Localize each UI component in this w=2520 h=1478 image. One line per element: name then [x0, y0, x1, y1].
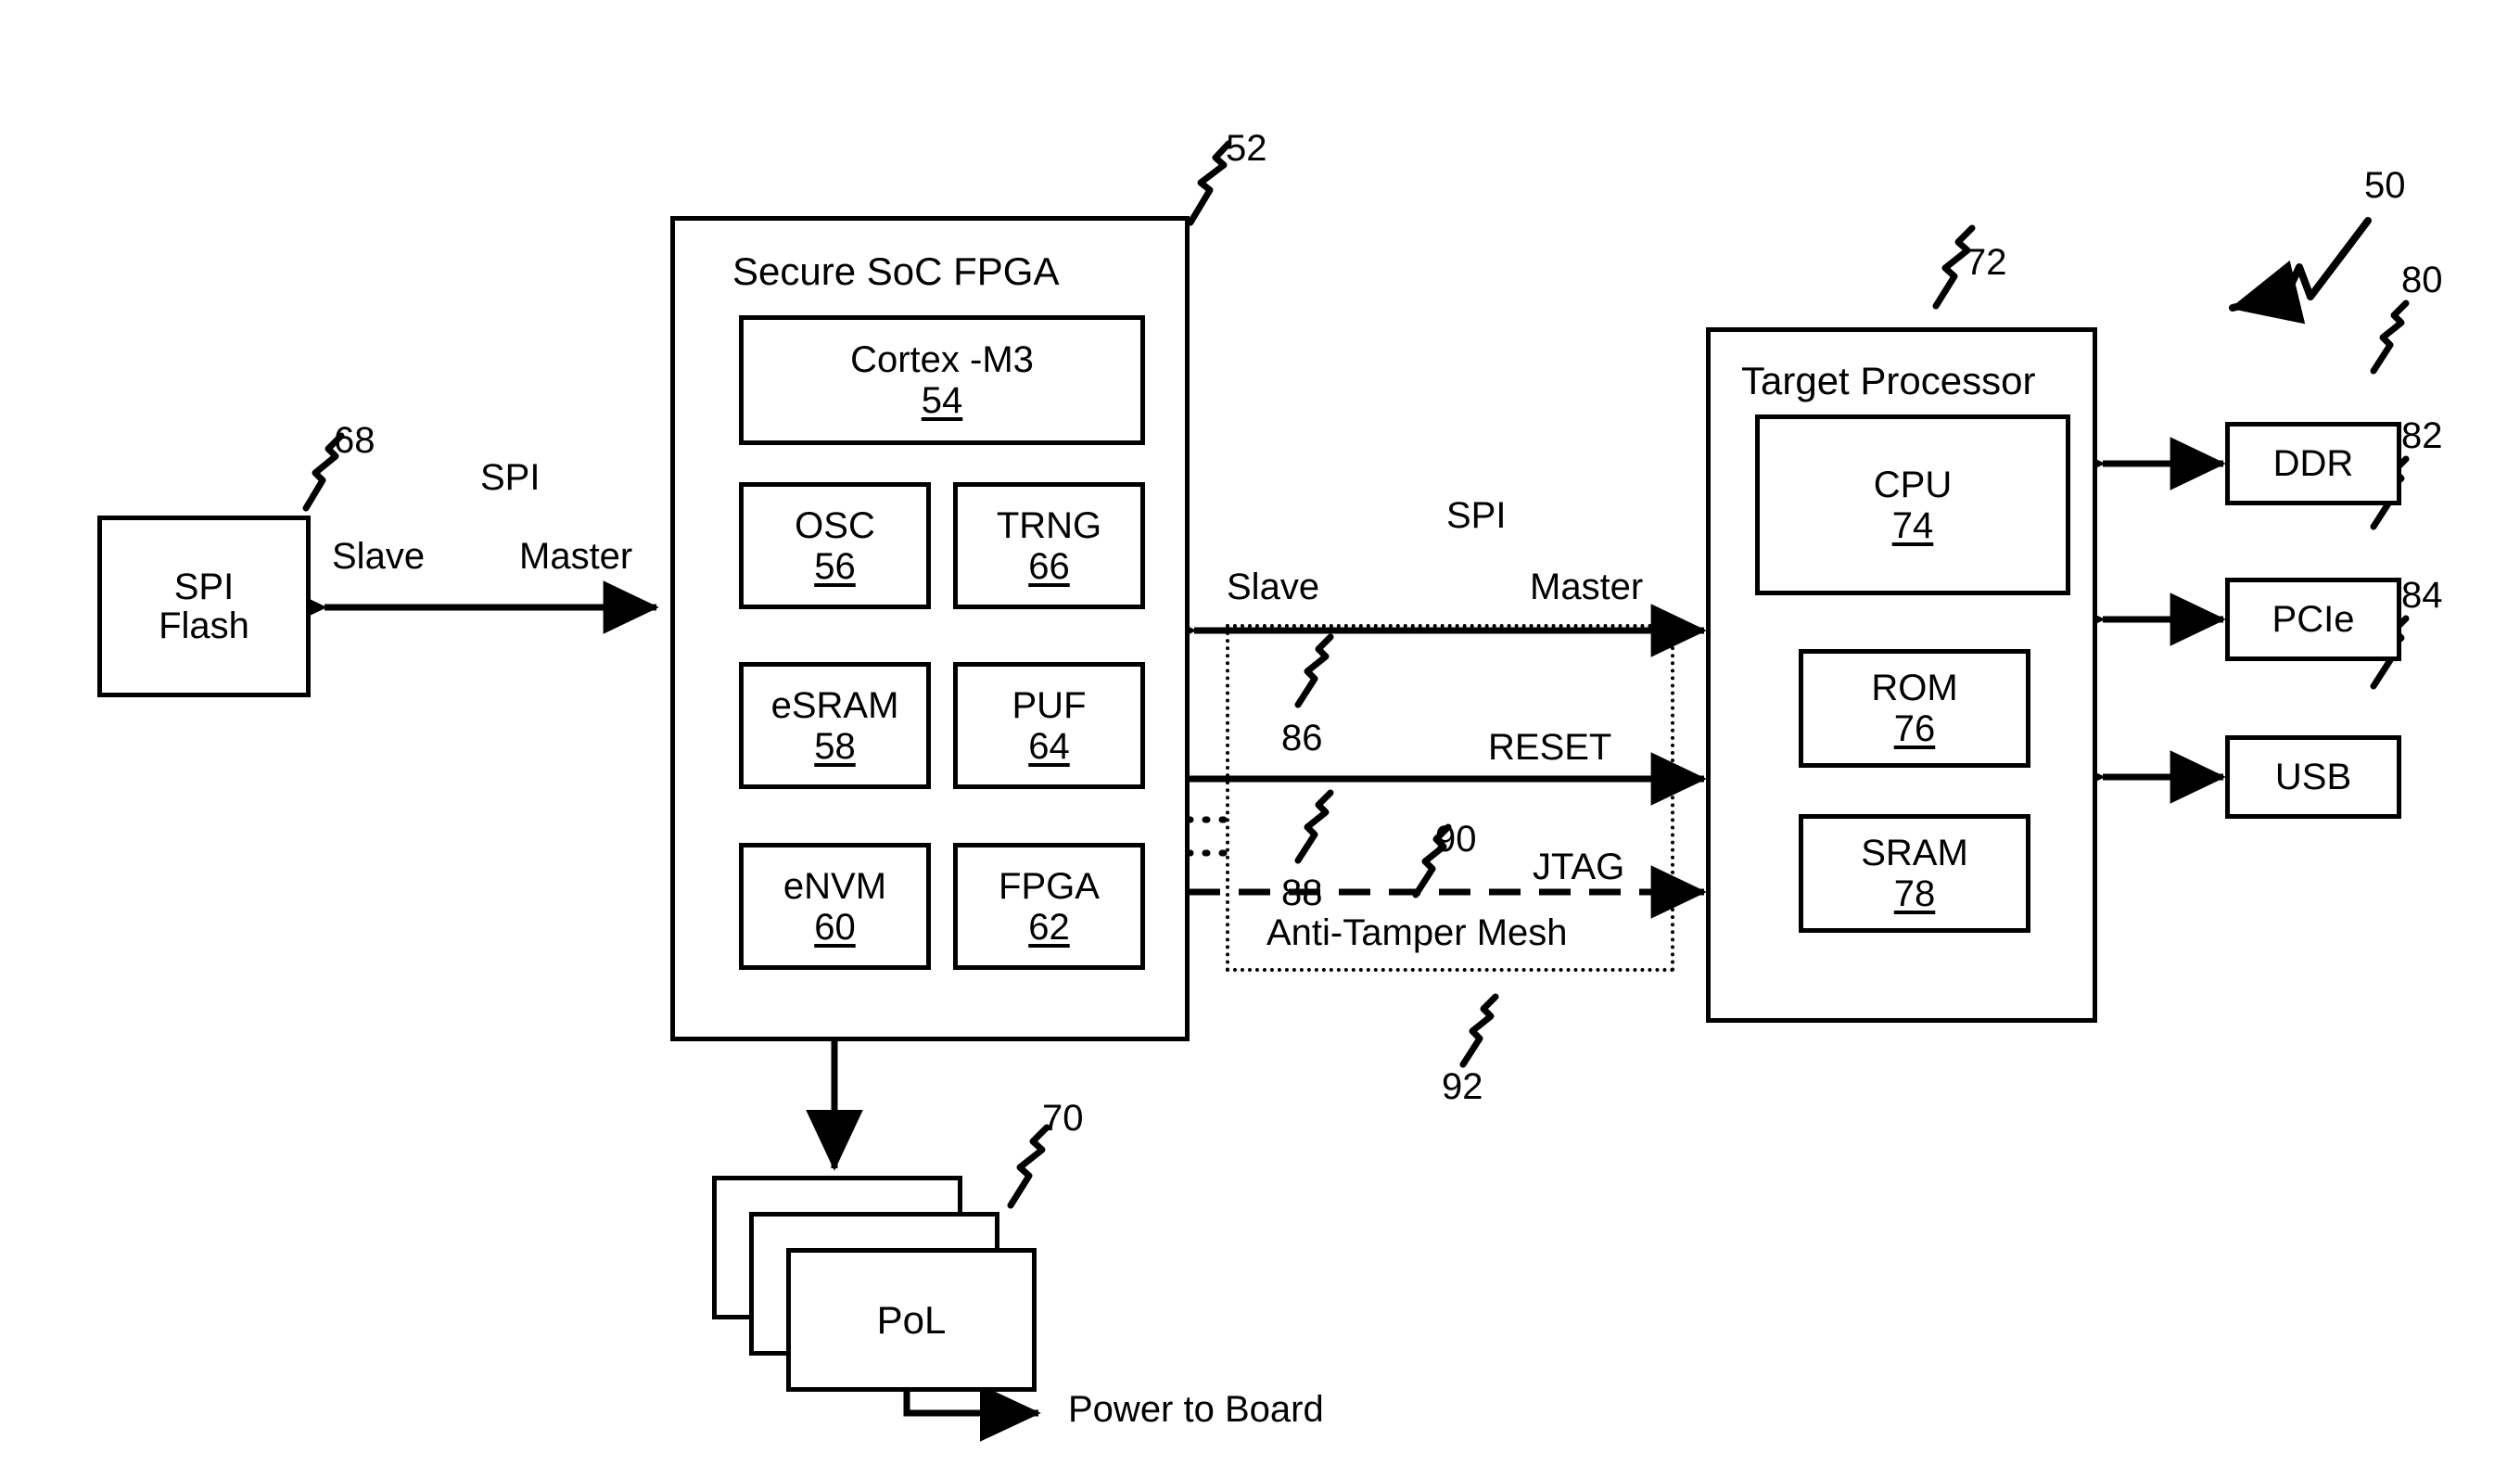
pol-label: PoL: [876, 1297, 947, 1342]
ref-number-92: 92: [1442, 1066, 1483, 1107]
rom-label: ROM: [1871, 668, 1958, 708]
cpu-label: CPU: [1873, 464, 1953, 505]
spi-mid-label: SPI: [1446, 495, 1507, 536]
cortex-m3-block[interactable]: Cortex -M3 54: [739, 315, 1145, 445]
cortex-m3-label: Cortex -M3: [850, 339, 1034, 380]
cortex-m3-ref: 54: [921, 380, 963, 421]
rom-ref: 76: [1893, 708, 1936, 749]
osc-block[interactable]: OSC 56: [739, 482, 931, 609]
ref-number-72: 72: [1966, 242, 2007, 283]
master-left-label: Master: [519, 536, 633, 577]
ref-number-68: 68: [334, 420, 375, 461]
ref-number-50: 50: [2364, 165, 2406, 206]
power-to-board-label: Power to Board: [1068, 1389, 1324, 1430]
trng-label: TRNG: [996, 504, 1102, 546]
cpu-block[interactable]: CPU 74: [1755, 414, 2070, 595]
osc-ref: 56: [814, 545, 856, 587]
mesh-stub-lines: [1185, 816, 1229, 857]
esram-block[interactable]: eSRAM 58: [739, 662, 931, 789]
envm-block[interactable]: eNVM 60: [739, 843, 931, 970]
puf-block[interactable]: PUF 64: [953, 662, 1145, 789]
usb-label: USB: [2274, 757, 2352, 797]
esram-ref: 58: [814, 725, 856, 767]
trng-ref: 66: [1028, 545, 1070, 587]
esram-label: eSRAM: [770, 684, 899, 726]
lead-line-92: [1459, 993, 1499, 1068]
sram-label: SRAM: [1861, 833, 1968, 873]
usb-block[interactable]: USB: [2225, 735, 2401, 819]
lead-line-70: [1007, 1124, 1050, 1209]
trng-block[interactable]: TRNG 66: [953, 482, 1145, 609]
pcie-label: PCIe: [2272, 599, 2355, 640]
envm-ref: 60: [814, 906, 856, 948]
fpga-label: FPGA: [999, 865, 1100, 907]
ref-number-52: 52: [1226, 128, 1267, 169]
puf-ref: 64: [1028, 725, 1070, 767]
ddr-block[interactable]: DDR: [2225, 422, 2401, 505]
slave-left-label: Slave: [332, 536, 426, 577]
spi-flash-label-line2: Flash: [159, 605, 249, 646]
lead-line-52: [1187, 140, 1232, 226]
pol-block[interactable]: PoL: [786, 1248, 1037, 1392]
target-processor-title: Target Processor: [1741, 359, 2036, 402]
spi-flash-block[interactable]: SPI Flash: [97, 516, 311, 697]
ref-number-84: 84: [2401, 575, 2443, 616]
sram-block[interactable]: SRAM 78: [1799, 814, 2030, 933]
spi-left-label: SPI: [480, 457, 541, 498]
fpga-ref: 62: [1028, 906, 1070, 948]
fpga-block[interactable]: FPGA 62: [953, 843, 1145, 970]
osc-label: OSC: [795, 504, 875, 546]
lead-line-50: [2229, 217, 2372, 325]
ref-number-80: 80: [2401, 260, 2443, 300]
spi-flash-label-line1: SPI: [173, 567, 235, 607]
ref-number-82: 82: [2401, 415, 2443, 456]
sram-ref: 78: [1893, 873, 1936, 914]
secure-soc-fpga-title: Secure SoC FPGA: [732, 249, 1060, 293]
envm-label: eNVM: [783, 865, 887, 907]
ref-number-70: 70: [1042, 1098, 1084, 1139]
slave-mid-label: Slave: [1227, 567, 1320, 607]
cpu-ref: 74: [1891, 504, 1934, 546]
master-mid-label: Master: [1530, 567, 1644, 607]
ddr-label: DDR: [2272, 443, 2354, 484]
pcie-block[interactable]: PCIe: [2225, 578, 2401, 661]
anti-tamper-mesh-label: Anti-Tamper Mesh: [1266, 912, 1568, 953]
rom-block[interactable]: ROM 76: [1799, 649, 2030, 768]
lead-line-80: [2370, 299, 2410, 375]
patent-figure: SPI Flash 68 SPI Slave Master Secure SoC…: [0, 0, 2520, 1478]
puf-label: PUF: [1012, 684, 1087, 726]
